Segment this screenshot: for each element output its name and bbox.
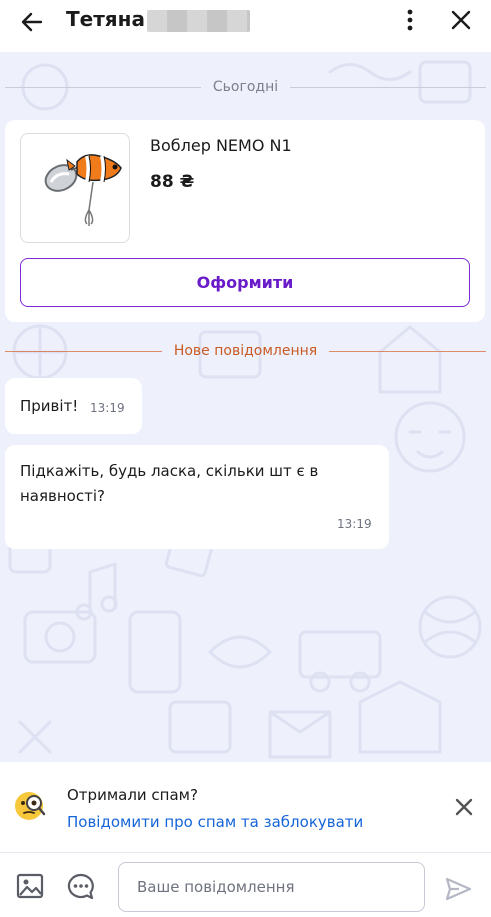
message-time: 13:19 xyxy=(337,517,372,531)
blurred-surname xyxy=(147,10,250,32)
order-button[interactable]: Оформити xyxy=(20,258,470,307)
product-image[interactable] xyxy=(20,133,130,243)
spam-question: Отримали спам? xyxy=(67,786,198,804)
product-price: 88 ₴ xyxy=(150,172,195,192)
dismiss-spam-button[interactable] xyxy=(452,795,476,819)
message-text: Привіт! xyxy=(20,397,79,415)
close-chat-button[interactable] xyxy=(446,5,476,35)
more-vertical-icon xyxy=(407,9,413,31)
lure-image xyxy=(44,154,122,226)
report-spam-link[interactable]: Повідомити про спам та заблокувати xyxy=(67,813,363,831)
send-icon xyxy=(445,877,472,901)
new-message-divider: Нове повідомлення xyxy=(5,341,486,361)
chat-area: Сьогодні Воблер NEMO N1 88 ₴ Оформити Но… xyxy=(0,52,491,762)
send-button[interactable] xyxy=(444,875,474,905)
date-divider-label: Сьогодні xyxy=(212,79,279,95)
message-bubble[interactable]: Підкажіть, будь ласка, скільки шт є в на… xyxy=(5,445,389,549)
spam-report-bar: Отримали спам? Повідомити про спам та за… xyxy=(0,762,491,852)
message-text: Підкажіть, будь ласка, скільки шт є в на… xyxy=(20,462,319,505)
quick-replies-button[interactable] xyxy=(66,872,96,902)
message-composer xyxy=(0,852,491,917)
image-icon xyxy=(16,873,44,899)
close-icon xyxy=(451,10,471,30)
product-title[interactable]: Воблер NEMO N1 xyxy=(150,136,292,155)
message-time: 13:19 xyxy=(90,401,125,415)
contact-name: Тетяна xyxy=(66,7,145,31)
chat-header: Тетяна xyxy=(0,0,491,52)
product-card[interactable]: Воблер NEMO N1 88 ₴ Оформити xyxy=(5,120,485,322)
message-input[interactable] xyxy=(118,862,425,912)
magnifier-emoji-icon xyxy=(15,792,46,820)
arrow-left-icon xyxy=(21,12,43,32)
back-button[interactable] xyxy=(16,6,48,38)
new-message-divider-label: Нове повідомлення xyxy=(173,343,318,359)
date-divider: Сьогодні xyxy=(5,77,486,97)
chat-bubble-icon xyxy=(67,873,94,900)
message-bubble[interactable]: Привіт! 13:19 xyxy=(5,378,142,434)
attach-photo-button[interactable] xyxy=(15,871,45,901)
close-icon xyxy=(455,798,473,816)
more-options-button[interactable] xyxy=(398,6,422,34)
